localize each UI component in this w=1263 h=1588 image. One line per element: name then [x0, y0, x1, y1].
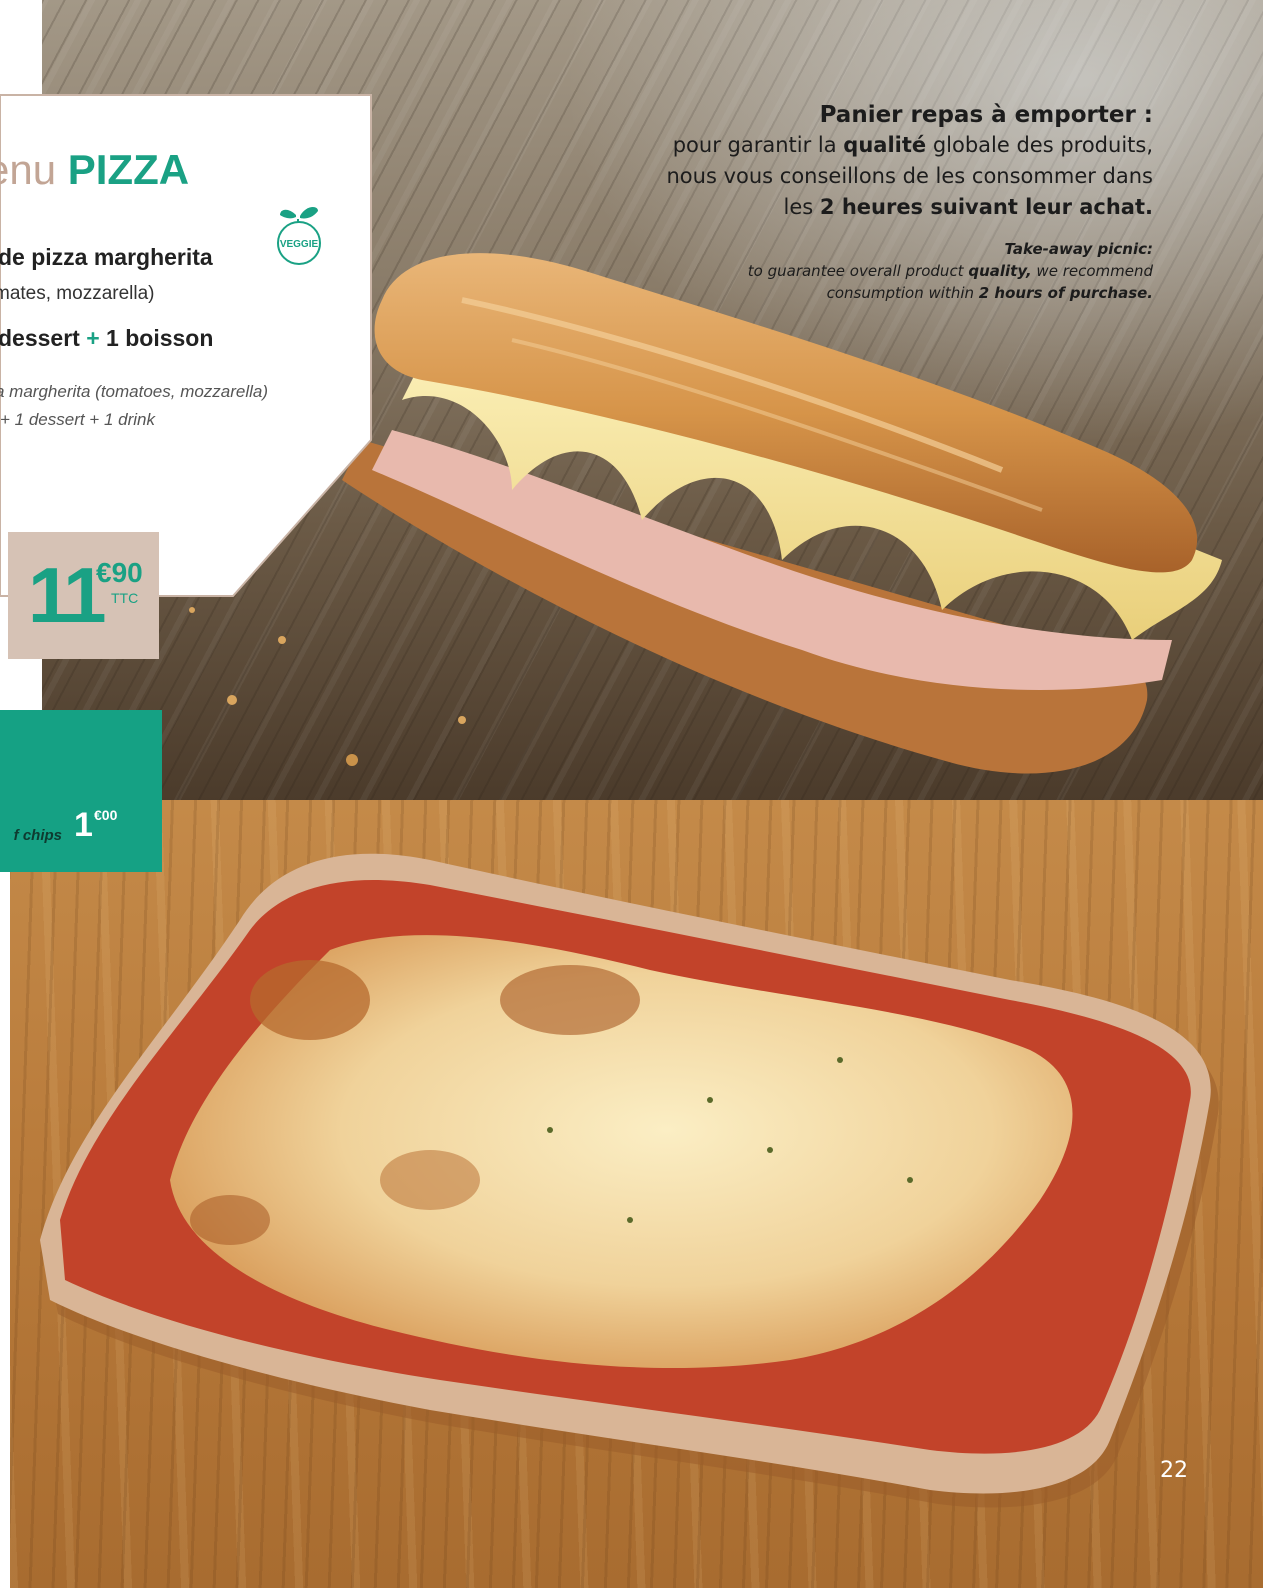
- chips-label: f chips: [13, 827, 62, 844]
- menu-ingredients: mates, mozzarella): [0, 283, 155, 304]
- notice-fr-line2: nous vous conseillons de les consommer d…: [666, 164, 1153, 188]
- menu-extras: dessert + 1 boisson: [0, 325, 214, 351]
- menu-price-integer: 11: [28, 551, 106, 639]
- menu-price-cents: €90: [96, 557, 143, 588]
- menu-card: enu PIZZA de pizza margherita mates, moz…: [0, 0, 372, 600]
- menu-title-main: PIZZA: [67, 146, 190, 193]
- notice-en-line2: to guarantee overall product quality, we…: [747, 262, 1153, 280]
- menu-item-line: de pizza margherita: [0, 244, 213, 270]
- menu-english-line2: + 1 dessert + 1 drink: [0, 410, 155, 429]
- notice-en-line3: consumption within 2 hours of purchase.: [826, 284, 1153, 302]
- chips-price-integer: 1: [74, 806, 93, 844]
- menu-title: enu PIZZA: [0, 140, 372, 200]
- menu-price-box: 11 €90 TTC: [8, 532, 159, 659]
- menu-english-line1: a margherita (tomatoes, mozzarella): [0, 382, 269, 401]
- pizza-photo: [10, 800, 1263, 1588]
- takeaway-notice: Panier repas à emporter : pour garantir …: [533, 100, 1153, 304]
- plus-icon: +: [86, 325, 100, 351]
- chips-price-cents: €00: [94, 807, 118, 823]
- notice-fr-line3: les 2 heures suivant leur achat.: [783, 195, 1153, 219]
- notice-fr-line1: pour garantir la qualité globale des pro…: [672, 133, 1153, 157]
- page-number: 22: [1160, 1458, 1188, 1483]
- menu-price-tax-label: TTC: [111, 590, 139, 606]
- pizza-illustration: [40, 853, 1219, 1508]
- veggie-badge-icon: VEGGIE: [277, 206, 321, 265]
- menu-title-prefix: enu: [0, 146, 57, 193]
- notice-title: Panier repas à emporter :: [819, 102, 1153, 128]
- chips-offer-box: f chips 1 €00: [0, 710, 162, 872]
- notice-en-line1: Take-away picnic:: [1004, 240, 1153, 258]
- veggie-badge-label: VEGGIE: [280, 239, 319, 250]
- notice-en-block: Take-away picnic: to guarantee overall p…: [533, 238, 1153, 304]
